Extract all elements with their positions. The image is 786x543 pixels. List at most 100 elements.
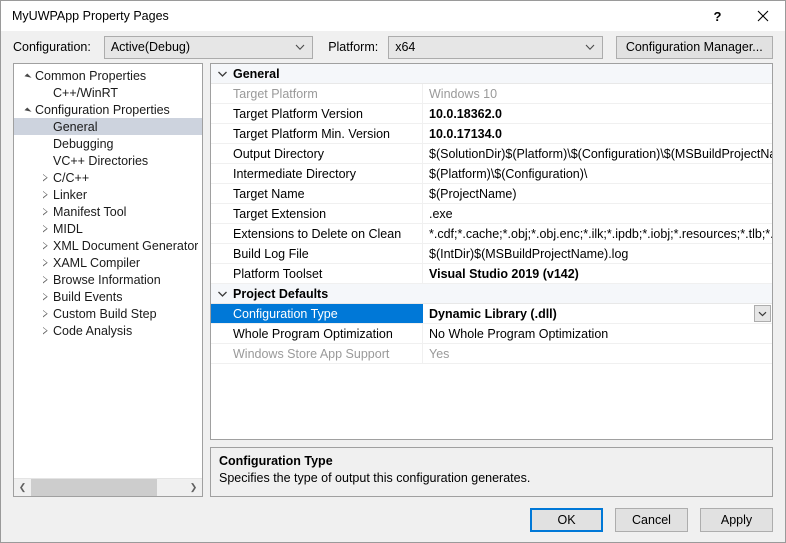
expander-closed-icon[interactable] [38, 310, 53, 318]
property-value[interactable]: 10.0.18362.0 [423, 104, 772, 123]
property-name: Target Platform Min. Version [211, 124, 423, 143]
description-text: Specifies the type of output this config… [219, 471, 531, 485]
grid-row-build-log-file[interactable]: Build Log File $(IntDir)$(MSBuildProjectN… [211, 244, 772, 264]
property-value[interactable]: Dynamic Library (.dll) [423, 304, 772, 323]
tree-item-vc-directories[interactable]: VC++ Directories [14, 152, 202, 169]
grid-row-whole-program-optimization[interactable]: Whole Program Optimization No Whole Progr… [211, 324, 772, 344]
property-name: Target Extension [211, 204, 423, 223]
chevron-down-icon [758, 311, 767, 316]
configuration-value: Active(Debug) [110, 40, 191, 54]
property-name: Whole Program Optimization [211, 324, 423, 343]
property-value[interactable]: Windows 10 [423, 84, 772, 103]
grid-category-general[interactable]: General [211, 64, 772, 84]
grid-row-target-platform[interactable]: Target Platform Windows 10 [211, 84, 772, 104]
property-value[interactable]: $(IntDir)$(MSBuildProjectName).log [423, 244, 772, 263]
expander-closed-icon[interactable] [38, 225, 53, 233]
expander-closed-icon[interactable] [38, 293, 53, 301]
property-name: Extensions to Delete on Clean [211, 224, 423, 243]
expander-closed-icon[interactable] [38, 327, 53, 335]
dialog-footer: OK Cancel Apply [1, 497, 785, 542]
configuration-label: Configuration: [13, 40, 91, 54]
property-value[interactable]: $(Platform)\$(Configuration)\ [423, 164, 772, 183]
tree-item-linker[interactable]: Linker [14, 186, 202, 203]
expander-closed-icon[interactable] [38, 242, 53, 250]
description-title: Configuration Type [219, 454, 333, 468]
expander-closed-icon[interactable] [38, 191, 53, 199]
question-mark-icon: ? [713, 8, 722, 24]
grid-row-output-directory[interactable]: Output Directory $(SolutionDir)$(Platform… [211, 144, 772, 164]
grid-row-intermediate-directory[interactable]: Intermediate Directory $(Platform)\$(Conf… [211, 164, 772, 184]
grid-row-extensions-to-delete-on-clean[interactable]: Extensions to Delete on Clean *.cdf;*.cac… [211, 224, 772, 244]
scroll-right-arrow-icon[interactable]: ❯ [185, 479, 202, 496]
platform-dropdown[interactable]: x64 [388, 35, 603, 59]
category-expander-open-icon[interactable] [211, 284, 233, 303]
property-value[interactable]: .exe [423, 204, 772, 223]
property-tree-pane: Common Properties C++/WinRT Configuration … [13, 63, 203, 497]
ok-button[interactable]: OK [530, 507, 603, 532]
expander-closed-icon[interactable] [38, 174, 53, 182]
tree-item-code-analysis[interactable]: Code Analysis [14, 322, 202, 339]
cancel-button[interactable]: Cancel [615, 507, 688, 532]
value-dropdown-button[interactable] [754, 305, 771, 322]
tree-item-configuration-properties[interactable]: Configuration Properties [14, 101, 202, 118]
tree-item-manifest-tool[interactable]: Manifest Tool [14, 203, 202, 220]
tree-item-debugging[interactable]: Debugging [14, 135, 202, 152]
property-pages-dialog: MyUWPApp Property Pages ? Configuration:… [0, 0, 786, 543]
property-name: Intermediate Directory [211, 164, 423, 183]
grid-row-windows-store-app-support[interactable]: Windows Store App Support Yes [211, 344, 772, 364]
property-value[interactable]: Yes [423, 344, 772, 363]
tree-item-general[interactable]: General [14, 118, 202, 135]
scrollbar-track[interactable] [31, 479, 185, 496]
property-value[interactable]: $(SolutionDir)$(Platform)\$(Configuratio… [423, 144, 772, 163]
expander-closed-icon[interactable] [38, 276, 53, 284]
expander-closed-icon[interactable] [38, 208, 53, 216]
property-value[interactable]: 10.0.17134.0 [423, 124, 772, 143]
tree-item-label: Build Events [53, 289, 123, 304]
property-tree[interactable]: Common Properties C++/WinRT Configuration … [14, 64, 202, 478]
tree-item-browse-information[interactable]: Browse Information [14, 271, 202, 288]
chevron-down-icon [585, 40, 595, 54]
expander-open-icon[interactable] [20, 106, 35, 115]
configuration-manager-button[interactable]: Configuration Manager... [615, 35, 773, 59]
tree-item-midl[interactable]: MIDL [14, 220, 202, 237]
tree-item-common-properties[interactable]: Common Properties [14, 67, 202, 84]
expander-closed-icon[interactable] [38, 259, 53, 267]
property-name: Target Name [211, 184, 423, 203]
grid-row-target-extension[interactable]: Target Extension .exe [211, 204, 772, 224]
property-grid[interactable]: General Target Platform Windows 10 Target P… [210, 63, 773, 440]
help-button[interactable]: ? [695, 1, 740, 31]
close-button[interactable] [740, 1, 785, 31]
tree-item-c-winrt[interactable]: C++/WinRT [14, 84, 202, 101]
category-title: General [233, 66, 280, 81]
expander-open-icon[interactable] [20, 72, 35, 81]
grid-row-configuration-type[interactable]: Configuration Type Dynamic Library (.dll) [211, 304, 772, 324]
close-icon [757, 10, 768, 22]
category-expander-open-icon[interactable] [211, 64, 233, 83]
grid-row-target-name[interactable]: Target Name $(ProjectName) [211, 184, 772, 204]
category-title: Project Defaults [233, 286, 329, 301]
tree-item-label: Browse Information [53, 272, 161, 287]
property-value[interactable]: Visual Studio 2019 (v142) [423, 264, 772, 283]
grid-row-target-platform-version[interactable]: Target Platform Version 10.0.18362.0 [211, 104, 772, 124]
configuration-dropdown[interactable]: Active(Debug) [103, 35, 314, 59]
property-value[interactable]: *.cdf;*.cache;*.obj;*.obj.enc;*.ilk;*.ip… [423, 224, 772, 243]
property-name: Configuration Type [211, 304, 423, 323]
tree-item-xaml-compiler[interactable]: XAML Compiler [14, 254, 202, 271]
property-name: Platform Toolset [211, 264, 423, 283]
tree-item-build-events[interactable]: Build Events [14, 288, 202, 305]
property-name: Target Platform [211, 84, 423, 103]
grid-row-target-platform-min-version[interactable]: Target Platform Min. Version 10.0.17134.0 [211, 124, 772, 144]
scrollbar-thumb[interactable] [31, 479, 158, 496]
scroll-left-arrow-icon[interactable]: ❮ [14, 479, 31, 496]
grid-category-project-defaults[interactable]: Project Defaults [211, 284, 772, 304]
tree-horizontal-scrollbar[interactable]: ❮ ❯ [14, 478, 202, 496]
property-value[interactable]: $(ProjectName) [423, 184, 772, 203]
tree-item-label: XML Document Generator [53, 238, 199, 253]
tree-item-c-c[interactable]: C/C++ [14, 169, 202, 186]
tree-item-label: C++/WinRT [53, 85, 119, 100]
property-value[interactable]: No Whole Program Optimization [423, 324, 772, 343]
apply-button[interactable]: Apply [700, 507, 773, 532]
tree-item-custom-build-step[interactable]: Custom Build Step [14, 305, 202, 322]
tree-item-xml-document-generator[interactable]: XML Document Generator [14, 237, 202, 254]
grid-row-platform-toolset[interactable]: Platform Toolset Visual Studio 2019 (v142… [211, 264, 772, 284]
